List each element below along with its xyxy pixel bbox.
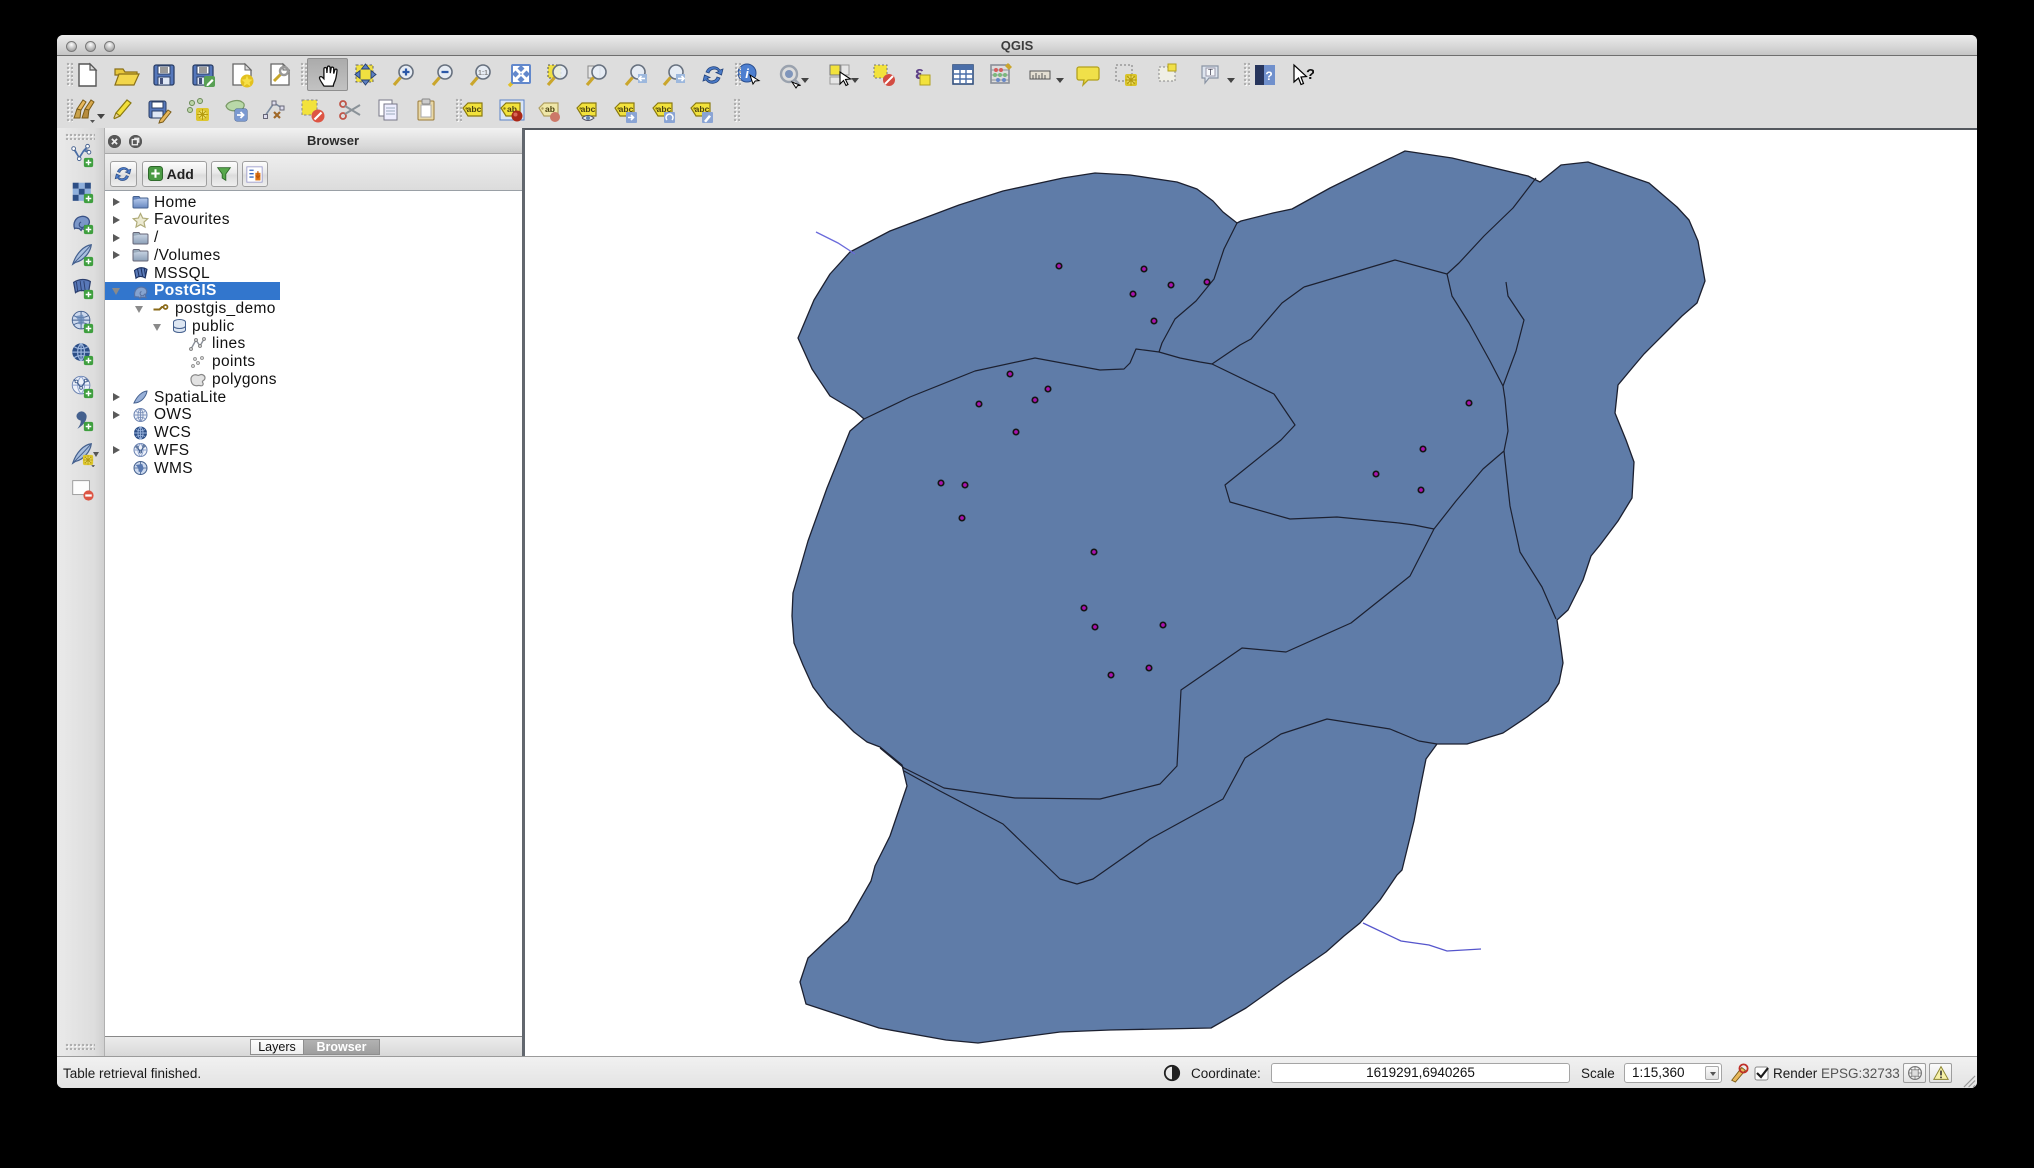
svg-text:?: ? <box>1265 69 1272 83</box>
svg-text:i: i <box>745 66 749 81</box>
svg-text:abc: abc <box>467 104 482 114</box>
svg-text:abc: abc <box>581 104 596 114</box>
svg-text:1:1: 1:1 <box>478 70 488 77</box>
svg-text:?: ? <box>1306 66 1314 83</box>
svg-text:T: T <box>1208 68 1213 77</box>
